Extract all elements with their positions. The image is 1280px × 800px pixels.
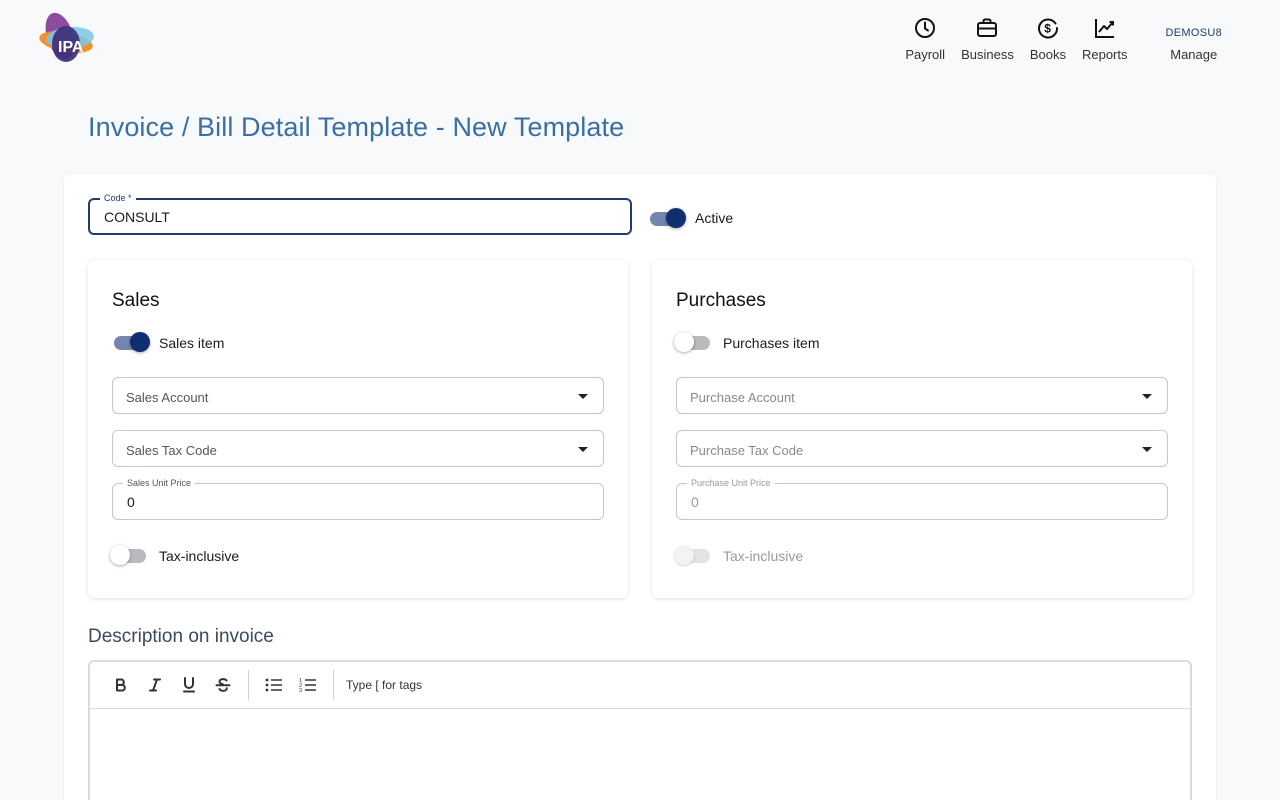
sales-title: Sales <box>112 290 160 311</box>
nav-payroll-label: Payroll <box>905 47 946 62</box>
sales-account-select[interactable]: Sales Account <box>112 377 604 414</box>
bullet-list-icon[interactable] <box>257 668 291 702</box>
sales-card: Sales Sales item Sales Account Sales Tax… <box>88 260 628 598</box>
purchase-account-select[interactable]: Purchase Account <box>676 377 1168 414</box>
svg-text:$: $ <box>1044 22 1051 36</box>
nav-books-label: Books <box>1029 47 1066 62</box>
logo-text: IPA <box>58 39 84 56</box>
purchases-item-label: Purchases item <box>723 335 820 351</box>
purchase-unit-price-value: 0 <box>691 493 699 510</box>
sales-tax-inclusive-label: Tax-inclusive <box>159 548 240 564</box>
active-toggle[interactable] <box>648 207 688 229</box>
sales-unit-price-label: Sales Unit Price <box>123 477 196 489</box>
purchases-title: Purchases <box>676 290 766 311</box>
active-label: Active <box>695 210 734 226</box>
page-title: Invoice / Bill Detail Template - New Tem… <box>88 112 625 142</box>
sales-unit-price-value: 0 <box>127 493 135 510</box>
user-code: DEMOSU8 <box>1165 27 1222 39</box>
purchase-unit-price-label: Purchase Unit Price <box>687 477 775 489</box>
editor-tag-hint: Type [ for tags <box>346 678 423 692</box>
numbered-list-icon[interactable]: 123 <box>291 668 325 702</box>
caret-down-icon <box>578 394 588 399</box>
code-field[interactable]: Code * CONSULT <box>88 192 632 235</box>
sales-item-toggle[interactable] <box>112 331 152 353</box>
description-title: Description on invoice <box>88 626 274 647</box>
nav-business-label: Business <box>961 47 1014 62</box>
editor-body[interactable] <box>90 710 1190 800</box>
toolbar-divider <box>333 670 334 700</box>
editor-toolbar: 123 Type [ for tags <box>90 662 1190 709</box>
code-field-value: CONSULT <box>104 208 170 225</box>
italic-icon[interactable] <box>138 668 172 702</box>
nav-manage[interactable]: DEMOSU8 Manage <box>1166 14 1223 62</box>
sales-tax-code-select[interactable]: Sales Tax Code <box>112 430 604 467</box>
active-toggle-thumb <box>666 208 686 228</box>
caret-down-icon <box>1142 394 1152 399</box>
nav-reports[interactable]: Reports <box>1082 14 1128 62</box>
sales-account-placeholder: Sales Account <box>126 390 209 405</box>
underline-icon[interactable] <box>172 668 206 702</box>
purchases-card: Purchases Purchases item Purchase Accoun… <box>652 260 1192 598</box>
app-logo[interactable]: IPA <box>36 10 96 66</box>
code-field-label: Code * <box>100 192 136 204</box>
toolbar-divider <box>248 670 249 700</box>
strikethrough-icon[interactable] <box>206 668 240 702</box>
briefcase-icon <box>975 14 999 42</box>
purchase-tax-code-placeholder: Purchase Tax Code <box>690 443 804 458</box>
purchase-tax-inclusive-label: Tax-inclusive <box>723 548 804 564</box>
caret-down-icon <box>578 447 588 452</box>
nav-business[interactable]: Business <box>961 14 1014 62</box>
sales-item-toggle-thumb <box>130 332 150 352</box>
purchases-item-toggle-thumb <box>674 332 694 352</box>
trend-chart-icon <box>1093 14 1117 42</box>
top-nav: Payroll Business $ Books Reports DEMOSU8… <box>889 14 1222 62</box>
caret-down-icon <box>1142 447 1152 452</box>
purchases-item-toggle[interactable] <box>674 331 714 353</box>
bold-icon[interactable] <box>104 668 138 702</box>
sales-unit-price-field[interactable]: Sales Unit Price 0 <box>112 477 604 520</box>
purchase-tax-inclusive-toggle <box>674 544 714 566</box>
purchase-tax-code-select[interactable]: Purchase Tax Code <box>676 430 1168 467</box>
nav-reports-label: Reports <box>1081 47 1128 62</box>
sales-tax-inclusive-thumb <box>110 545 130 565</box>
description-editor[interactable]: 123 Type [ for tags <box>88 660 1192 800</box>
purchase-account-placeholder: Purchase Account <box>690 390 795 405</box>
svg-text:3: 3 <box>299 688 302 693</box>
purchase-unit-price-field[interactable]: Purchase Unit Price 0 <box>676 477 1168 520</box>
clock-icon <box>913 14 937 42</box>
nav-payroll[interactable]: Payroll <box>905 14 945 62</box>
dollar-refresh-icon: $ <box>1036 14 1060 42</box>
sales-item-label: Sales item <box>159 335 225 351</box>
purchase-tax-inclusive-thumb <box>674 545 694 565</box>
nav-books[interactable]: $ Books <box>1030 14 1066 62</box>
template-form-card: Code * CONSULT Active Sales Sales item S… <box>64 174 1216 800</box>
sales-tax-inclusive-toggle[interactable] <box>110 544 150 566</box>
sales-tax-code-placeholder: Sales Tax Code <box>126 443 217 458</box>
nav-manage-label: Manage <box>1170 47 1218 62</box>
